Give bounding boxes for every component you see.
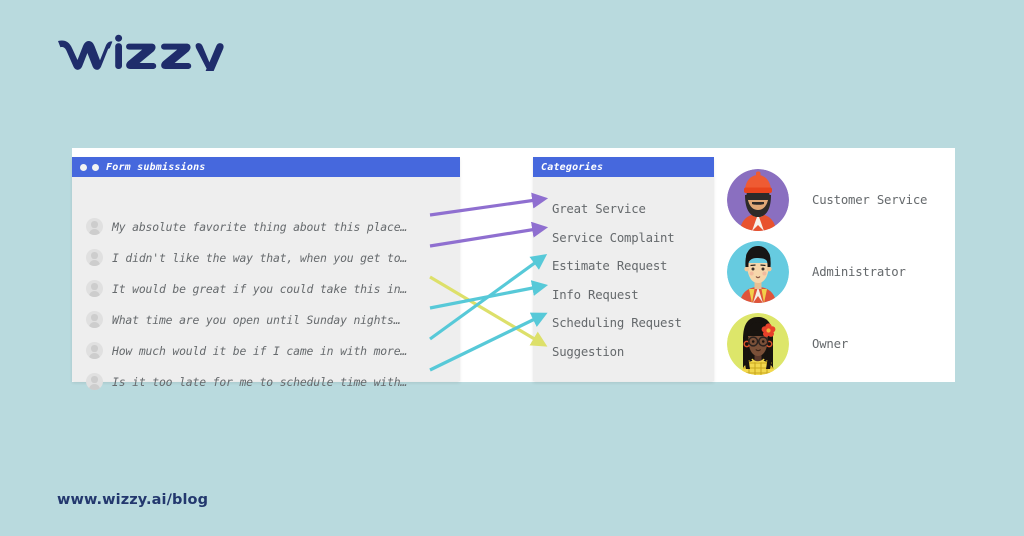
brand-logo xyxy=(56,27,296,71)
list-item[interactable]: Administrator xyxy=(727,236,955,308)
illustration-card: Form submissions My absolute favorite th… xyxy=(72,148,955,390)
categories-title: Categories xyxy=(541,161,604,173)
list-item[interactable]: Estimate Request xyxy=(533,252,714,281)
list-item[interactable]: Service Complaint xyxy=(533,224,714,253)
submissions-list: My absolute favorite thing about this pl… xyxy=(72,211,460,397)
list-item[interactable]: Suggestion xyxy=(533,338,714,367)
footer-url[interactable]: www.wizzy.ai/blog xyxy=(57,492,208,508)
category-label: Suggestion xyxy=(552,344,625,359)
list-item[interactable]: My absolute favorite thing about this pl… xyxy=(72,211,460,242)
roles-list: Customer Service Administrator Owner xyxy=(727,164,955,380)
categories-body: Great Service Service Complaint Estimate… xyxy=(533,177,714,381)
form-submissions-title: Form submissions xyxy=(106,161,206,173)
submission-text: What time are you open until Sunday nigh… xyxy=(112,312,401,327)
list-item[interactable]: Info Request xyxy=(533,281,714,310)
user-avatar-placeholder-icon xyxy=(86,280,103,297)
role-label: Owner xyxy=(812,337,849,351)
list-item[interactable]: Great Service xyxy=(533,195,714,224)
list-item[interactable]: It would be great if you could take this… xyxy=(72,273,460,304)
role-label: Customer Service xyxy=(812,193,928,207)
owner-avatar xyxy=(727,313,789,375)
user-avatar-placeholder-icon xyxy=(86,311,103,328)
list-item[interactable]: How much would it be if I came in with m… xyxy=(72,335,460,366)
categories-titlebar: Categories xyxy=(533,157,714,177)
list-item[interactable]: What time are you open until Sunday nigh… xyxy=(72,304,460,335)
submission-text: My absolute favorite thing about this pl… xyxy=(112,219,408,234)
form-submissions-panel: Form submissions My absolute favorite th… xyxy=(72,157,460,390)
form-submissions-body: My absolute favorite thing about this pl… xyxy=(72,177,460,390)
wizzy-logo-icon xyxy=(58,34,224,71)
list-item[interactable]: Customer Service xyxy=(727,164,955,236)
form-submissions-titlebar: Form submissions xyxy=(72,157,460,177)
category-label: Scheduling Request xyxy=(552,316,682,331)
submission-text: How much would it be if I came in with m… xyxy=(112,343,408,358)
user-avatar-placeholder-icon xyxy=(86,249,103,266)
submission-text: I didn't like the way that, when you get… xyxy=(112,250,408,265)
submission-text: Is it too late for me to schedule time w… xyxy=(112,374,408,389)
category-label: Info Request xyxy=(552,287,639,302)
categories-list: Great Service Service Complaint Estimate… xyxy=(533,195,714,366)
list-item[interactable]: I didn't like the way that, when you get… xyxy=(72,242,460,273)
user-avatar-placeholder-icon xyxy=(86,342,103,359)
user-avatar-placeholder-icon xyxy=(86,218,103,235)
category-label: Service Complaint xyxy=(552,230,675,245)
window-dot-icon xyxy=(80,163,87,171)
administrator-avatar xyxy=(727,241,789,303)
category-label: Great Service xyxy=(552,202,646,217)
window-dot-icon xyxy=(92,163,99,171)
list-item[interactable]: Owner xyxy=(727,308,955,380)
submission-text: It would be great if you could take this… xyxy=(112,281,408,296)
user-avatar-placeholder-icon xyxy=(86,373,103,390)
customer-service-avatar xyxy=(727,169,789,231)
list-item[interactable]: Scheduling Request xyxy=(533,309,714,338)
role-label: Administrator xyxy=(812,265,906,279)
categories-panel: Categories Great Service Service Complai… xyxy=(533,157,714,381)
list-item[interactable]: Is it too late for me to schedule time w… xyxy=(72,366,460,397)
category-label: Estimate Request xyxy=(552,259,668,274)
